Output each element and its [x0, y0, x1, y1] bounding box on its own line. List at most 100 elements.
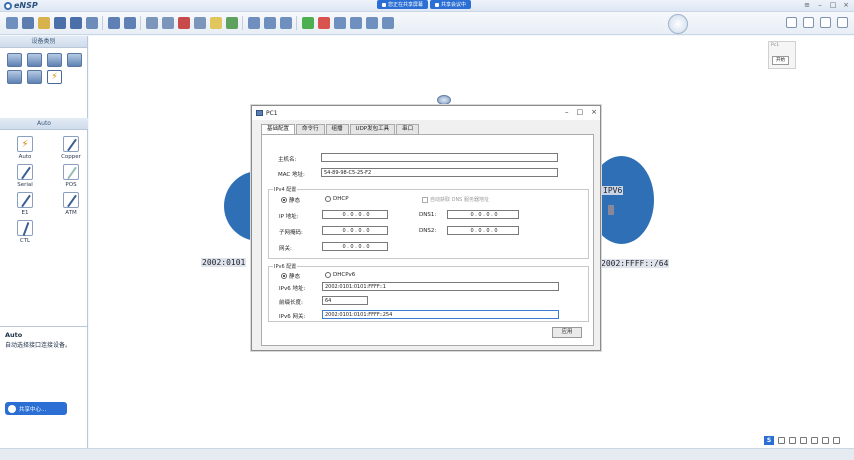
skin-icon[interactable] — [822, 437, 829, 444]
save-icon[interactable] — [54, 17, 66, 29]
cable-ctl[interactable]: CTL — [8, 220, 42, 244]
ipv6-gateway-input[interactable]: 2002:0101:0101:FFFF::254 — [322, 310, 559, 319]
ctl-cable-icon — [17, 220, 33, 236]
new-topology-icon[interactable] — [6, 17, 18, 29]
router-device-icon[interactable] — [437, 95, 451, 105]
ipv6-label: IPV6 — [602, 186, 624, 195]
tooltip-title: Pc1 — [771, 43, 780, 48]
cable-pos[interactable]: POS — [54, 164, 88, 188]
huawei-site-icon[interactable] — [820, 17, 831, 28]
dns2-input[interactable]: 0 . 0 . 0 . 0 — [447, 226, 519, 235]
capture-icon[interactable] — [334, 17, 346, 29]
pc-icon[interactable] — [7, 70, 22, 84]
basic-config-panel: 主机名: MAC 地址: 54-89-98-C5-25-F2 IPv4 配置 静… — [261, 134, 594, 346]
forum-icon[interactable] — [803, 17, 814, 28]
settings-icon[interactable] — [382, 17, 394, 29]
toolbox-icon[interactable] — [833, 437, 840, 444]
dialog-window-controls: – □ × — [565, 108, 597, 116]
stop-device-icon[interactable] — [318, 17, 330, 29]
ip-address-input[interactable]: 0 . 0 . 0 . 0 — [322, 210, 388, 219]
text-icon[interactable] — [210, 17, 222, 29]
undo-icon[interactable] — [108, 17, 120, 29]
apply-button[interactable]: 应用 — [552, 327, 582, 338]
wlan-icon[interactable] — [47, 53, 62, 67]
open-folder-icon[interactable] — [38, 17, 50, 29]
cable-e1[interactable]: E1 — [8, 192, 42, 216]
tab-serial[interactable]: 串口 — [396, 124, 420, 134]
minimize-icon[interactable]: – — [565, 108, 569, 116]
serial-cable-icon — [17, 164, 33, 180]
ime-punct-icon[interactable] — [789, 437, 796, 444]
dns1-input[interactable]: 0 . 0 . 0 . 0 — [447, 210, 519, 219]
prefix-length-input[interactable]: 64 — [322, 296, 368, 305]
maximize-icon[interactable]: □ — [828, 1, 838, 10]
tab-udp-tool[interactable]: UDP发包工具 — [349, 124, 396, 134]
topology-icon[interactable] — [366, 17, 378, 29]
cable-atm[interactable]: ATM — [54, 192, 88, 216]
pc1-config-dialog: PC1 – □ × 基础配置 命令行 组播 UDP发包工具 串口 主机名: MA… — [251, 105, 601, 351]
ipv6-address-input[interactable]: 2002:0101:0101:FFFF::1 — [322, 282, 559, 291]
microphone-icon[interactable] — [800, 437, 807, 444]
ipv6-static-radio[interactable]: 静态 — [281, 272, 300, 280]
fit-icon[interactable] — [280, 17, 292, 29]
sharing-indicator[interactable]: 您正在共享屏幕 — [377, 0, 429, 9]
prefix-length-label: 前缀长度: — [279, 300, 303, 306]
cloud-icon[interactable] — [27, 70, 42, 84]
start-button[interactable]: 开始 — [772, 56, 789, 65]
zoom-out-icon[interactable] — [264, 17, 276, 29]
toolbar-separator — [296, 16, 297, 30]
tab-multicast[interactable]: 组播 — [325, 124, 349, 134]
new-icon[interactable] — [22, 17, 34, 29]
subnet-mask-input[interactable]: 0 . 0 . 0 . 0 — [322, 226, 388, 235]
tab-basic-config[interactable]: 基础配置 — [261, 124, 296, 134]
auto-dns-checkbox[interactable]: 自动获取 DNS 服务器地址 — [422, 196, 489, 203]
delete-link-icon[interactable] — [194, 17, 206, 29]
ipv4-static-radio[interactable]: 静态 — [281, 196, 300, 204]
switch-icon[interactable] — [27, 53, 42, 67]
redo-icon[interactable] — [124, 17, 136, 29]
ipv6-gateway-label: IPv6 网关: — [279, 314, 306, 320]
shape-icon[interactable] — [226, 17, 238, 29]
meeting-indicator[interactable]: 共享会议中 — [430, 0, 472, 9]
status-bar — [0, 448, 854, 460]
cable-serial[interactable]: Serial — [8, 164, 42, 188]
pc-device-icon[interactable] — [608, 205, 614, 215]
ime-logo-icon[interactable]: S — [764, 436, 774, 445]
select-icon[interactable] — [146, 17, 158, 29]
share-center-label: 共享中心... — [19, 406, 47, 413]
start-device-icon[interactable] — [302, 17, 314, 29]
close-icon[interactable]: × — [591, 108, 597, 116]
zoom-in-icon[interactable] — [248, 17, 260, 29]
print-icon[interactable] — [86, 17, 98, 29]
firewall-icon[interactable] — [67, 53, 82, 67]
share-center-button[interactable]: 共享中心... — [5, 402, 67, 415]
dns2-label: DNS2: — [419, 228, 437, 234]
sharing-text: 您正在共享屏幕 — [388, 2, 424, 8]
hostname-input[interactable] — [321, 153, 558, 162]
ipv4-group: IPv4 配置 静态 DHCP 自动获取 DNS 服务器地址 IP 地址: 0 … — [268, 186, 589, 259]
tab-command-line[interactable]: 命令行 — [296, 124, 325, 134]
chat-icon[interactable] — [786, 17, 797, 28]
delete-icon[interactable] — [178, 17, 190, 29]
cable-auto[interactable]: ⚡ Auto — [8, 136, 42, 160]
save-as-icon[interactable] — [70, 17, 82, 29]
menu-icon[interactable]: ≡ — [802, 1, 812, 10]
keyboard-icon[interactable] — [811, 437, 818, 444]
ipv4-dhcp-radio[interactable]: DHCP — [325, 196, 349, 202]
auto-cable-icon: ⚡ — [17, 136, 33, 152]
router-icon[interactable] — [7, 53, 22, 67]
dhcpv6-radio[interactable]: DHCPv6 — [325, 272, 355, 278]
cable-category-icon[interactable]: ⚡ — [47, 70, 62, 84]
gateway-input[interactable]: 0 . 0 . 0 . 0 — [322, 242, 388, 251]
maximize-icon[interactable]: □ — [577, 108, 584, 116]
ime-mode-icon[interactable] — [778, 437, 785, 444]
hand-icon[interactable] — [162, 17, 174, 29]
mac-input[interactable]: 54-89-98-C5-25-F2 — [321, 168, 558, 177]
toolbar-separator — [102, 16, 103, 30]
cable-copper[interactable]: Copper — [54, 136, 88, 160]
close-icon[interactable]: × — [841, 1, 851, 10]
help-icon[interactable] — [837, 17, 848, 28]
ipv4-group-title: IPv4 配置 — [273, 186, 298, 193]
console-icon[interactable] — [350, 17, 362, 29]
minimize-icon[interactable]: – — [815, 1, 825, 10]
